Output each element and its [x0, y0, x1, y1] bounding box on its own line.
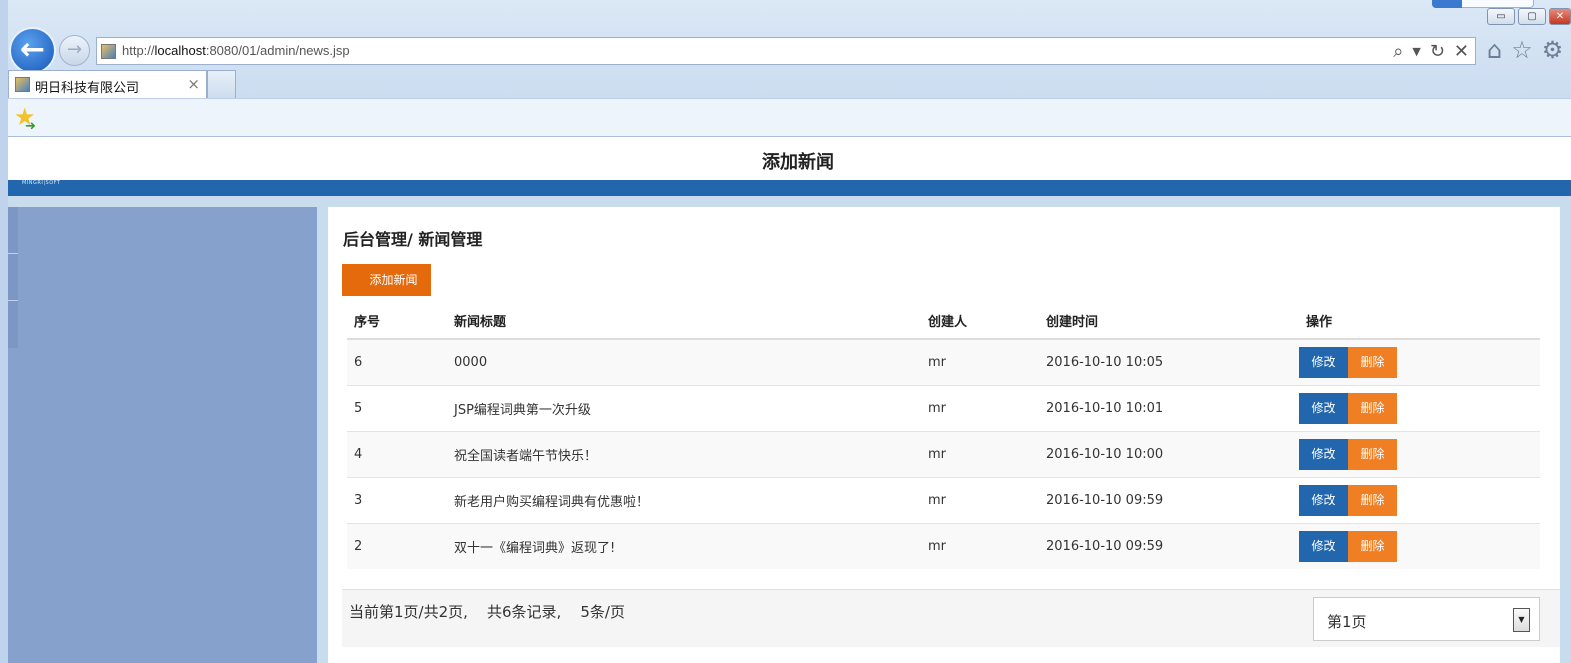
header-gap: [8, 196, 1571, 207]
address-bar-actions: ⌕ ▼ ↻ ✕: [1393, 41, 1469, 63]
window-left-border: [0, 0, 8, 663]
add-news-button[interactable]: 添加新闻: [342, 264, 431, 296]
notification-badge: [1432, 0, 1462, 8]
cell-time: 2016-10-10 09:59: [1039, 522, 1299, 569]
url-path: :8080/01/admin/news.jsp: [205, 43, 350, 58]
tab-favicon-icon: [15, 77, 30, 92]
cell-id: 6: [347, 338, 447, 385]
edit-button[interactable]: 修改: [1299, 530, 1348, 562]
url-text[interactable]: http://localhost:8080/01/admin/news.jsp: [122, 43, 350, 58]
news-table: 序号 新闻标题 创建人 创建时间 操作 6 0000 mr 2016-10-10…: [347, 303, 1540, 569]
pagination-info: 当前第1页/共2页, 共6条记录, 5条/页: [349, 603, 625, 621]
cell-author: mr: [921, 384, 1039, 431]
header-author: 创建人: [921, 303, 1039, 340]
cell-author: mr: [921, 476, 1039, 523]
cell-time: 2016-10-10 10:00: [1039, 430, 1299, 477]
url-host: localhost: [154, 43, 206, 58]
stop-icon[interactable]: ✕: [1454, 41, 1469, 63]
cell-time: 2016-10-10 10:01: [1039, 384, 1299, 431]
header-title: 新闻标题: [447, 303, 921, 340]
edit-button[interactable]: 修改: [1299, 438, 1348, 470]
cell-title: 双十一《编程词典》返现了!: [447, 522, 921, 569]
edit-button[interactable]: 修改: [1299, 346, 1348, 378]
back-button[interactable]: ←: [9, 27, 56, 74]
page-header: 添加新闻: [8, 137, 1571, 180]
settings-gear-icon[interactable]: ⚙: [1542, 36, 1564, 64]
edit-button[interactable]: 修改: [1299, 392, 1348, 424]
browser-toolbar: ⌂ ☆ ⚙: [1487, 36, 1563, 64]
cell-ops: 修改 删除: [1299, 476, 1540, 523]
table-row: 3 新老用户购买编程词典有优惠啦！ mr 2016-10-10 09:59 修改…: [347, 476, 1540, 523]
cell-id: 5: [347, 384, 447, 431]
header-id: 序号: [347, 303, 447, 340]
table-row: 2 双十一《编程词典》返现了! mr 2016-10-10 09:59 修改 删除: [347, 522, 1540, 569]
table-row: 6 0000 mr 2016-10-10 10:05 修改 删除: [347, 338, 1540, 385]
cell-author: mr: [921, 522, 1039, 569]
delete-button[interactable]: 删除: [1348, 346, 1397, 378]
tab-title: 明日科技有限公司: [35, 81, 140, 96]
cell-author: mr: [921, 338, 1039, 385]
delete-button[interactable]: 删除: [1348, 438, 1397, 470]
page-select-value: 第1页: [1327, 613, 1367, 631]
new-tab-button[interactable]: [207, 70, 236, 98]
delete-button[interactable]: 删除: [1348, 484, 1397, 516]
tab-close-icon[interactable]: ×: [187, 75, 200, 93]
sidebar: [8, 207, 317, 663]
table-row: 5 JSP编程词典第一次升级 mr 2016-10-10 10:01 修改 删除: [347, 384, 1540, 431]
mingri-logo: MINGRI|SOFT: [22, 180, 61, 186]
header-ops: 操作: [1299, 303, 1540, 340]
refresh-icon[interactable]: ↻: [1430, 41, 1445, 63]
cell-id: 2: [347, 522, 447, 569]
dropdown-icon[interactable]: ▼: [1412, 41, 1420, 63]
edit-button[interactable]: 修改: [1299, 484, 1348, 516]
cell-ops: 修改 删除: [1299, 384, 1540, 431]
site-favicon-icon: [101, 44, 116, 59]
add-favorite-icon[interactable]: ★ ➜: [14, 104, 36, 134]
notification-chip[interactable]: [1432, 0, 1534, 8]
cell-title: 祝全国读者端午节快乐！: [447, 430, 921, 477]
close-window-button[interactable]: ✕: [1549, 8, 1571, 25]
favorites-bar: ★ ➜: [8, 98, 1571, 137]
cell-ops: 修改 删除: [1299, 522, 1540, 569]
delete-button[interactable]: 删除: [1348, 392, 1397, 424]
cell-time: 2016-10-10 09:59: [1039, 476, 1299, 523]
cell-id: 3: [347, 476, 447, 523]
window-controls: ▭ ▢ ✕: [1487, 8, 1571, 25]
maximize-button[interactable]: ▢: [1518, 8, 1546, 25]
table-header-row: 序号 新闻标题 创建人 创建时间 操作: [347, 303, 1540, 340]
pagination-bar: 当前第1页/共2页, 共6条记录, 5条/页 第1页 ▼: [342, 589, 1560, 647]
cell-title: JSP编程词典第一次升级: [447, 384, 921, 431]
favorites-star-icon[interactable]: ☆: [1511, 36, 1533, 64]
cell-ops: 修改 删除: [1299, 430, 1540, 477]
forward-button[interactable]: →: [59, 35, 90, 66]
address-bar[interactable]: http://localhost:8080/01/admin/news.jsp …: [96, 37, 1476, 65]
main-content: 后台管理/ 新闻管理 添加新闻 序号 新闻标题 创建人 创建时间 操作 6 00…: [328, 207, 1560, 663]
breadcrumb: 后台管理/ 新闻管理: [343, 230, 483, 249]
header-blue-bar: MINGRI|SOFT: [8, 180, 1571, 196]
search-icon[interactable]: ⌕: [1393, 41, 1403, 63]
sidebar-divider: [8, 300, 18, 301]
cell-id: 4: [347, 430, 447, 477]
table-row: 4 祝全国读者端午节快乐！ mr 2016-10-10 10:00 修改 删除: [347, 430, 1540, 477]
cell-author: mr: [921, 430, 1039, 477]
sidebar-divider: [8, 253, 18, 254]
delete-button[interactable]: 删除: [1348, 530, 1397, 562]
tab-active[interactable]: 明日科技有限公司 ×: [8, 70, 207, 98]
sidebar-menu-strip: [8, 207, 18, 348]
cell-time: 2016-10-10 10:05: [1039, 338, 1299, 385]
minimize-button[interactable]: ▭: [1487, 8, 1515, 25]
page-title: 添加新闻: [762, 152, 834, 173]
header-time: 创建时间: [1039, 303, 1299, 340]
cell-title: 新老用户购买编程词典有优惠啦！: [447, 476, 921, 523]
url-prefix: http://: [122, 43, 155, 58]
chevron-down-icon[interactable]: ▼: [1513, 608, 1530, 632]
cell-ops: 修改 删除: [1299, 338, 1540, 385]
cell-title: 0000: [447, 338, 921, 385]
home-icon[interactable]: ⌂: [1487, 36, 1502, 64]
page-select[interactable]: 第1页 ▼: [1313, 597, 1540, 641]
